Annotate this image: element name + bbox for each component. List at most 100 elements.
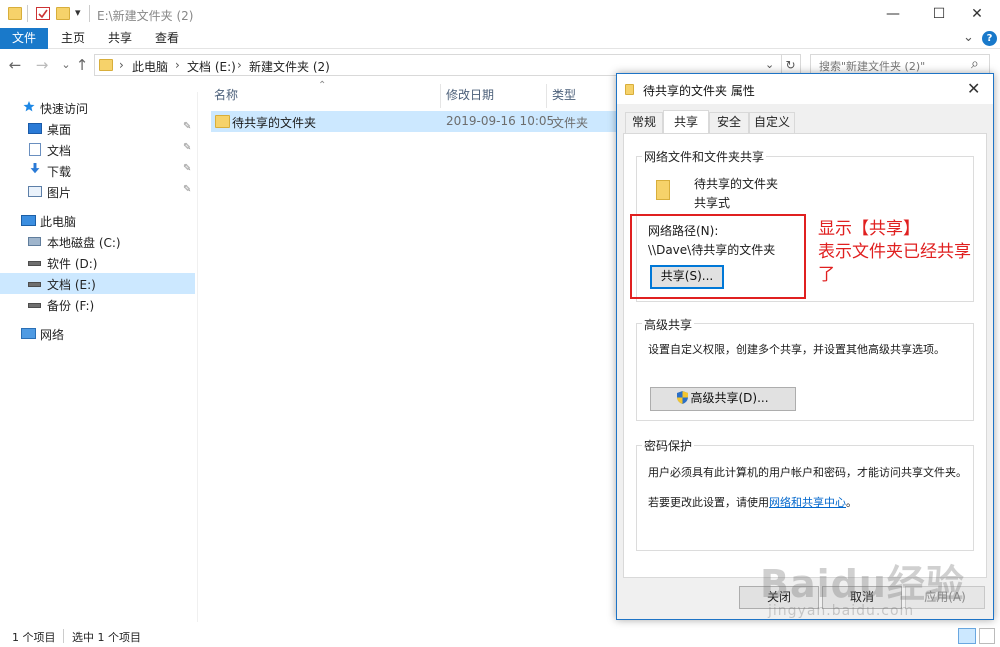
group-heading: 网络文件和文件夹共享 (642, 148, 767, 165)
watermark-url: jingyan.baidu.com (768, 603, 915, 619)
nav-label: 快速访问 (40, 102, 89, 116)
nav-item-drive-e[interactable]: 文档 (E:) (0, 273, 195, 294)
minimize-button[interactable]: — (870, 0, 916, 28)
folder-icon (625, 84, 634, 95)
tab-customize[interactable]: 自定义 (749, 112, 795, 133)
star-icon (23, 101, 35, 112)
share-state: 共享式 (694, 196, 731, 210)
tab-share[interactable]: 共享 (98, 28, 142, 49)
pin-icon: ✎ (183, 163, 192, 174)
status-bar: 1 个项目 选中 1 个项目 (0, 625, 1000, 647)
new-folder-icon[interactable] (56, 7, 70, 20)
annotation-line: 表示文件夹已经共享 (818, 242, 971, 262)
nav-item-drive-c[interactable]: 本地磁盘 (C:) (0, 231, 195, 252)
nav-item-downloads[interactable]: 下载 ✎ (0, 160, 195, 181)
column-divider[interactable] (440, 84, 441, 108)
file-modified: 2019-09-16 10:05 (446, 114, 555, 128)
sort-arrow-icon: ⌃ (318, 80, 327, 91)
desktop-icon (28, 123, 42, 134)
nav-label: 此电脑 (40, 215, 77, 229)
folder-icon (656, 180, 670, 200)
folder-icon (8, 7, 22, 20)
nav-label: 文档 (E:) (47, 278, 96, 292)
network-icon (21, 328, 36, 339)
folder-icon (215, 115, 230, 128)
column-header-type[interactable]: 类型 (552, 86, 576, 104)
ribbon-tabs: 文件 主页 共享 查看 ⌄ ? (0, 28, 1000, 49)
file-type: 文件夹 (552, 116, 589, 130)
nav-label: 文档 (47, 144, 72, 158)
dialog-title-bar[interactable]: 待共享的文件夹 属性 ✕ (617, 74, 993, 104)
navigation-pane: 快速访问 桌面 ✎ 文档 ✎ 下载 ✎ 图片 ✎ 此电脑 本地磁盘 (C:) 软… (0, 92, 198, 622)
computer-icon (21, 215, 36, 226)
breadcrumb-separator[interactable]: › (119, 58, 124, 72)
details-view-icon[interactable] (958, 628, 976, 644)
network-sharing-center-link[interactable]: 网络和共享中心 (769, 496, 846, 509)
nav-item-pictures[interactable]: 图片 ✎ (0, 181, 195, 202)
column-divider[interactable] (546, 84, 547, 108)
tab-sharing[interactable]: 共享 (663, 110, 709, 134)
breadcrumb-separator[interactable]: › (237, 58, 242, 72)
windows-drive-icon (28, 237, 41, 246)
pin-icon: ✎ (183, 142, 192, 153)
nav-item-desktop[interactable]: 桌面 ✎ (0, 118, 195, 139)
nav-item-network[interactable]: 网络 (0, 323, 195, 344)
document-icon (29, 143, 41, 156)
nav-item-quick-access[interactable]: 快速访问 (0, 97, 195, 118)
divider (27, 5, 28, 22)
divider (89, 5, 90, 22)
baidu-watermark: Baidu经验 jingyan.baidu.com (760, 545, 1000, 625)
search-placeholder: 搜索"新建文件夹 (2)" (819, 60, 926, 73)
nav-item-drive-f[interactable]: 备份 (F:) (0, 294, 195, 315)
nav-label: 网络 (40, 328, 65, 342)
advanced-sharing-button[interactable]: 高级共享(D)... (650, 387, 796, 411)
dialog-title: 待共享的文件夹 属性 (643, 84, 755, 98)
breadcrumb-this-pc[interactable]: 此电脑 (132, 58, 168, 75)
close-button[interactable]: ✕ (954, 0, 1000, 28)
nav-item-documents[interactable]: 文档 ✎ (0, 139, 195, 160)
tab-home[interactable]: 主页 (48, 28, 98, 49)
large-icons-view-icon[interactable] (979, 628, 995, 644)
window-title: E:\新建文件夹 (2) (97, 9, 194, 23)
nav-item-drive-d[interactable]: 软件 (D:) (0, 252, 195, 273)
tab-general[interactable]: 常规 (625, 112, 663, 133)
selected-count: 选中 1 个项目 (72, 631, 141, 644)
item-count: 1 个项目 (12, 631, 56, 644)
group-heading: 高级共享 (642, 316, 695, 333)
tab-file[interactable]: 文件 (0, 28, 48, 49)
change-suffix: 。 (846, 496, 857, 509)
help-icon[interactable]: ? (982, 31, 997, 46)
breadcrumb-drive-e[interactable]: 文档 (E:) (187, 58, 236, 75)
change-setting-text: 若要更改此设置，请使用网络和共享中心。 (648, 494, 857, 510)
up-button[interactable]: ↑ (73, 56, 91, 74)
breadcrumb-separator[interactable]: › (175, 58, 180, 72)
title-bar: ▾ E:\新建文件夹 (2) — ☐ ✕ (0, 0, 1000, 28)
nav-label: 桌面 (47, 123, 72, 137)
forward-button[interactable]: → (33, 56, 51, 74)
annotation-line: 了 (818, 265, 835, 285)
collapse-ribbon-icon[interactable]: ⌄ (963, 30, 974, 45)
back-button[interactable]: ← (6, 56, 24, 74)
properties-icon[interactable] (36, 7, 50, 20)
uac-shield-icon (677, 391, 689, 404)
sharing-panel: 网络文件和文件夹共享 待共享的文件夹 共享式 网络路径(N): \\Dave\待… (623, 133, 987, 578)
divider (63, 629, 64, 643)
column-header-name[interactable]: 名称 (214, 86, 238, 104)
tab-security[interactable]: 安全 (709, 112, 749, 133)
column-header-modified[interactable]: 修改日期 (446, 86, 494, 104)
advanced-sharing-label: 高级共享(D)... (690, 391, 769, 405)
file-name: 待共享的文件夹 (232, 116, 317, 130)
breadcrumb-current-folder[interactable]: 新建文件夹 (2) (249, 58, 330, 75)
address-dropdown-icon[interactable]: ⌄ (765, 58, 774, 71)
nav-item-this-pc[interactable]: 此电脑 (0, 210, 195, 231)
nav-label: 本地磁盘 (C:) (47, 236, 121, 250)
annotation-highlight-box (630, 214, 806, 299)
tab-view[interactable]: 查看 (142, 28, 192, 49)
properties-dialog: 待共享的文件夹 属性 ✕ 常规 共享 安全 自定义 网络文件和文件夹共享 待共享… (616, 73, 994, 620)
nav-label: 软件 (D:) (47, 257, 98, 271)
qat-dropdown-icon[interactable]: ▾ (75, 6, 81, 19)
pin-icon: ✎ (183, 184, 192, 195)
file-row[interactable]: 待共享的文件夹 2019-09-16 10:05 文件夹 (211, 111, 631, 132)
dialog-close-button[interactable]: ✕ (967, 79, 980, 98)
search-icon[interactable]: ⌕ (971, 56, 979, 72)
